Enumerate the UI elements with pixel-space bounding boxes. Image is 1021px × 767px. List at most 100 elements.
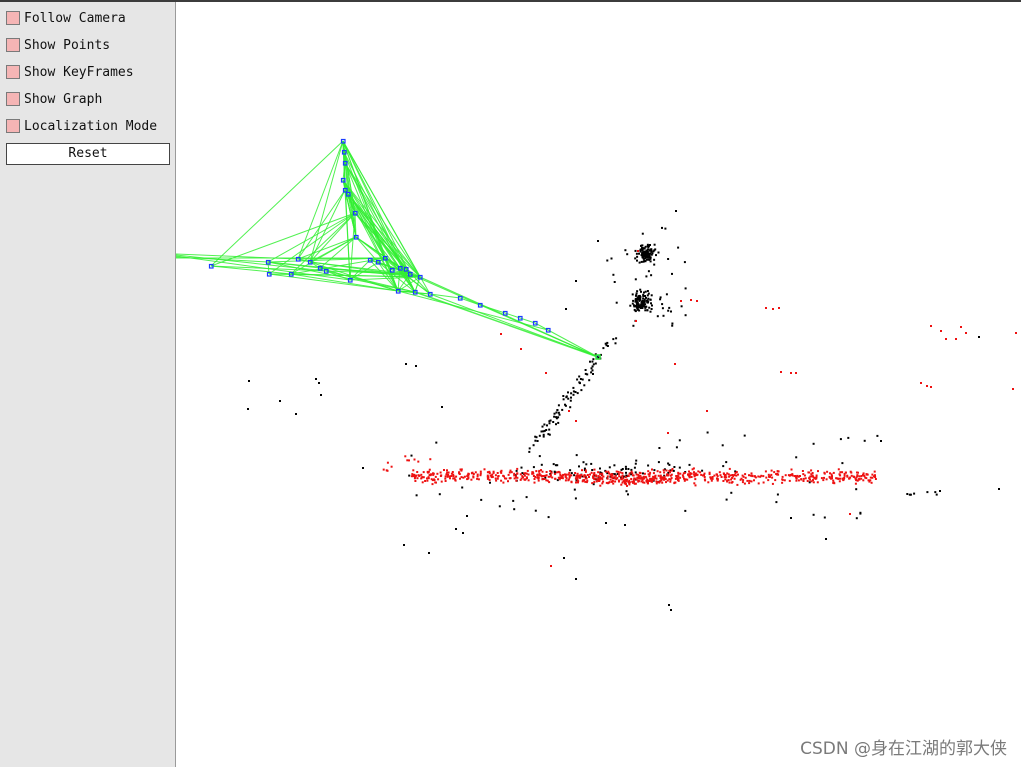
local-map-point (850, 471, 853, 474)
local-map-point (873, 470, 876, 473)
local-map-point (507, 480, 509, 483)
map-point (649, 310, 652, 313)
map-point (649, 260, 652, 263)
local-map-point (593, 468, 596, 471)
local-map-point (460, 476, 463, 479)
local-map-point (748, 479, 751, 482)
map-point (279, 400, 281, 402)
map-point (641, 252, 644, 255)
map-point (634, 257, 637, 260)
local-map-point (655, 477, 658, 480)
map-point (565, 395, 568, 398)
map-viewer-canvas[interactable]: CSDN @身在江湖的郭大侠 (176, 2, 1021, 767)
checkbox-box[interactable] (6, 92, 20, 106)
map-point (644, 250, 647, 253)
map-point (610, 257, 613, 260)
local-map-point (955, 338, 957, 340)
local-map-point (965, 332, 967, 334)
checkbox-box[interactable] (6, 65, 20, 79)
local-map-point (700, 473, 703, 476)
show-keyframes-checkbox[interactable]: Show KeyFrames (6, 62, 171, 82)
map-point (574, 391, 577, 393)
map-point (677, 246, 680, 249)
local-map-point (626, 484, 628, 487)
map-point (644, 260, 647, 263)
map-point (612, 338, 615, 341)
local-map-point (771, 476, 774, 479)
checkbox-box[interactable] (6, 11, 20, 25)
local-map-point (477, 478, 480, 481)
local-map-point (538, 470, 541, 473)
local-map-point (584, 480, 587, 483)
local-map-point (614, 474, 617, 477)
map-point (651, 304, 653, 307)
checkbox-label: Show Graph (24, 91, 103, 107)
follow-camera-checkbox[interactable]: Follow Camera (6, 8, 171, 28)
map-point (625, 467, 627, 470)
local-map-point (570, 474, 573, 477)
local-map-point (538, 472, 541, 475)
show-points-checkbox[interactable]: Show Points (6, 35, 171, 55)
local-map-point (533, 478, 536, 480)
local-map-point (839, 477, 842, 480)
local-map-point (575, 420, 577, 422)
local-map-point (690, 299, 692, 301)
local-map-point (440, 480, 443, 483)
map-point (575, 578, 577, 580)
map-point (650, 302, 652, 305)
local-map-point (578, 476, 581, 479)
map-point (538, 434, 541, 437)
local-map-point (502, 481, 505, 484)
reset-button[interactable]: Reset (6, 143, 170, 165)
map-point (641, 256, 644, 259)
show-graph-checkbox[interactable]: Show Graph (6, 89, 171, 109)
map-point (644, 305, 647, 308)
map-point (678, 439, 681, 442)
local-map-point (867, 479, 870, 482)
map-point (647, 270, 650, 273)
local-map-point (945, 338, 947, 340)
local-map-point (733, 477, 736, 480)
map-point (512, 499, 515, 502)
map-point (580, 389, 583, 392)
checkbox-box[interactable] (6, 38, 20, 52)
checkbox-box[interactable] (6, 119, 20, 133)
local-map-point (662, 469, 665, 472)
local-map-point (479, 470, 482, 473)
local-map-point (620, 478, 623, 481)
map-point (684, 287, 687, 290)
local-map-point (781, 481, 784, 484)
local-map-point (619, 471, 622, 474)
local-map-point (865, 473, 868, 476)
map-point (592, 373, 594, 375)
local-map-point (846, 474, 849, 477)
local-map-point (599, 472, 602, 475)
map-point (557, 411, 560, 414)
map-point (573, 474, 576, 477)
map-point (825, 538, 827, 540)
local-map-point (641, 479, 644, 482)
local-map-point (581, 469, 583, 472)
map-point (570, 472, 573, 475)
local-map-point (545, 471, 548, 473)
map-point (480, 498, 483, 501)
map-point (642, 295, 645, 298)
local-map-point (620, 483, 623, 486)
local-map-point (549, 470, 552, 472)
local-map-point (495, 479, 498, 482)
local-map-point (426, 470, 429, 473)
local-map-point (524, 478, 527, 481)
localization-mode-checkbox[interactable]: Localization Mode (6, 116, 171, 136)
map-point (926, 491, 929, 494)
local-map-point (444, 477, 447, 480)
map-point (584, 369, 587, 371)
map-point (880, 440, 882, 442)
local-map-point (618, 475, 621, 478)
graph-edge (414, 291, 599, 358)
local-map-point (753, 479, 755, 482)
map-point (555, 417, 558, 420)
map-point (408, 474, 411, 477)
map-point (656, 315, 659, 318)
local-map-point (849, 513, 851, 515)
local-map-point (577, 481, 579, 484)
